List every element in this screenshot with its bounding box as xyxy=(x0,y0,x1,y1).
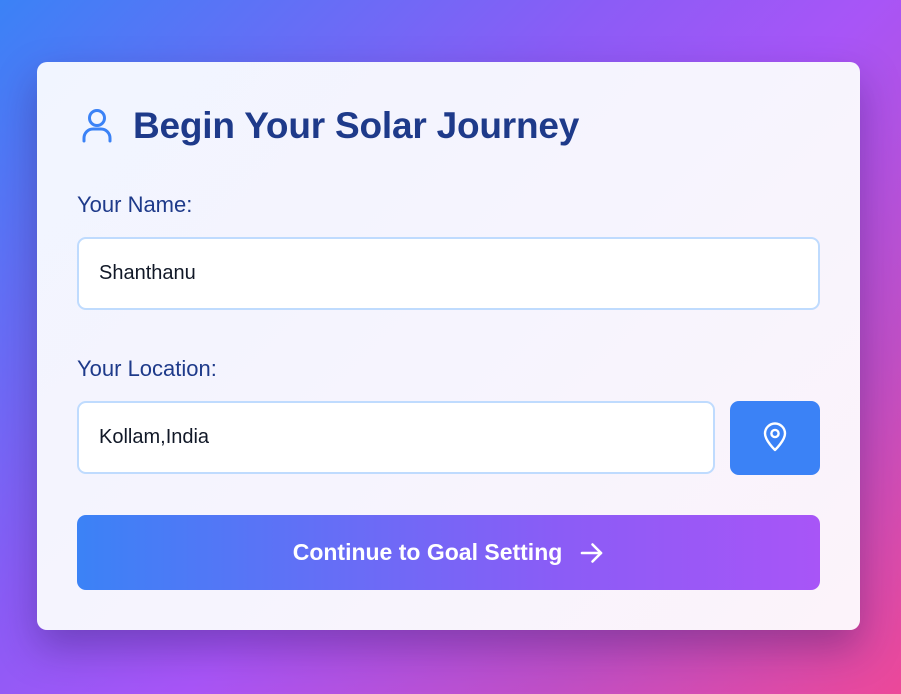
arrow-right-icon xyxy=(580,542,604,564)
name-field[interactable] xyxy=(77,237,820,310)
name-label: Your Name: xyxy=(77,192,193,217)
detect-location-button[interactable] xyxy=(730,401,820,475)
journey-form-card: Begin Your Solar Journey Your Name: Your… xyxy=(37,62,860,630)
user-icon xyxy=(81,108,113,144)
form-header: Begin Your Solar Journey xyxy=(81,104,579,148)
location-field[interactable] xyxy=(77,401,715,474)
location-label: Your Location: xyxy=(77,356,217,381)
map-pin-icon xyxy=(762,421,788,455)
continue-button-label: Continue to Goal Setting xyxy=(292,539,563,565)
page-title: Begin Your Solar Journey xyxy=(133,105,580,146)
continue-button[interactable]: Continue to Goal Setting xyxy=(77,515,820,590)
